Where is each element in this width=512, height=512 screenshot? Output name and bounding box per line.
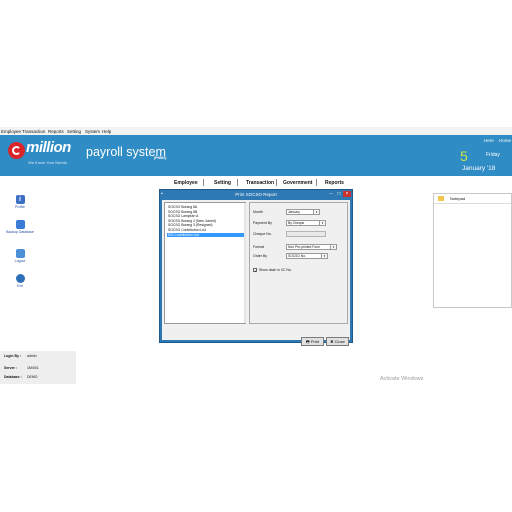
nav-backup-database[interactable]: Backup Database (0, 220, 40, 234)
menu-transaction[interactable]: Transaction (22, 129, 45, 134)
nav-logout[interactable]: Logout (0, 249, 40, 263)
print-button[interactable]: 🖶 Print (301, 337, 324, 346)
order-by-value: SOCSO No. (288, 254, 306, 258)
menu-employee[interactable]: Employee (1, 129, 21, 134)
nav-exit[interactable]: Exit (0, 274, 40, 288)
notepad-icon (438, 196, 444, 201)
tab-transaction[interactable]: Transaction (246, 180, 274, 186)
dialog-title: Print SOCSO Report (235, 192, 277, 197)
nav-label: Profile (15, 205, 25, 209)
close-icon: ✖ (330, 339, 334, 344)
print-icon: 🖶 (305, 339, 310, 344)
show-dash-checkbox[interactable]: ✓ (253, 268, 257, 273)
info-icon: i (15, 195, 25, 204)
module-tabs: Employee Setting Transaction Government … (145, 178, 365, 187)
notepad-panel[interactable]: Notepad (433, 193, 512, 308)
payment-by-select[interactable]: By Cheque ▾ (286, 220, 326, 226)
nav-profile[interactable]: i Profile (0, 195, 40, 209)
date-day: 5 (460, 148, 468, 164)
format-select[interactable]: Non Pre-printed Form ▾ (286, 244, 337, 250)
tab-setting[interactable]: Setting (214, 180, 231, 186)
cheque-no-input[interactable] (286, 231, 326, 237)
cheque-no-label: Cheque No. (253, 232, 272, 236)
million-logo-icon (8, 142, 25, 159)
report-list[interactable]: SOCSO Borang 8A SOCSO Borang 8B SOCSO La… (164, 202, 246, 324)
header-link-here[interactable]: Here (484, 138, 494, 143)
month-value: January (288, 210, 300, 214)
activation-watermark: Activate Windows (380, 376, 424, 382)
nav-label: Exit (17, 284, 23, 288)
show-dash-label: Show dash in I/C No. (259, 268, 292, 272)
chevron-down-icon: ▾ (330, 245, 336, 249)
session-info-panel: Login By : admin Server : 1M\001 Databas… (0, 351, 76, 384)
close-button[interactable]: ✖ Close (326, 337, 349, 346)
maximize-icon[interactable]: □ (335, 191, 343, 197)
list-scrollbar[interactable] (244, 203, 246, 323)
tab-divider (316, 179, 317, 186)
nav-label: Logout (14, 259, 26, 263)
chevron-down-icon: ▾ (321, 254, 327, 258)
server-label: Server : (4, 366, 18, 370)
database-label: Database : (4, 375, 22, 379)
minimize-icon[interactable]: – (327, 191, 335, 197)
print-socso-dialog: ▪ Print SOCSO Report – □ × SOCSO Borang … (159, 189, 353, 346)
tab-government[interactable]: Government (283, 180, 312, 186)
server-value: 1M\001 (27, 366, 39, 370)
print-label: Print (310, 339, 320, 344)
list-item-selected[interactable]: EIS Contribution List (167, 232, 244, 238)
app-header (0, 135, 512, 176)
brand-logo: million (26, 139, 71, 156)
month-label: Month (253, 210, 263, 214)
login-label: Login By : (4, 354, 22, 358)
logout-icon (15, 249, 25, 258)
tab-divider (203, 179, 204, 186)
menu-system[interactable]: System (85, 129, 100, 134)
tab-employee[interactable]: Employee (174, 180, 198, 186)
login-value: admin (27, 354, 37, 358)
tab-divider (276, 179, 277, 186)
close-icon[interactable]: × (343, 191, 351, 197)
close-label: Close (334, 339, 345, 344)
tab-divider (237, 179, 238, 186)
brand-tagline: We Know Your Needs (28, 160, 67, 165)
menu-setting[interactable]: Setting (67, 129, 81, 134)
menu-help[interactable]: Help (102, 129, 111, 134)
chevron-down-icon: ▾ (319, 221, 325, 225)
nav-label: Backup Database (6, 230, 34, 234)
chevron-down-icon: ▾ (313, 210, 319, 214)
app-edition: (PNMX) (154, 156, 167, 160)
menu-reports[interactable]: Reports (48, 129, 64, 134)
notepad-title: Notepad (434, 194, 511, 204)
menu-bar: Employee Transaction Reports Setting Sys… (0, 127, 512, 135)
payment-by-value: By Cheque (288, 221, 305, 225)
format-value: Non Pre-printed Form (288, 245, 320, 249)
dialog-titlebar[interactable]: ▪ Print SOCSO Report – □ × (160, 190, 352, 199)
dialog-body: SOCSO Borang 8A SOCSO Borang 8B SOCSO La… (162, 200, 350, 346)
header-link-home[interactable]: Home (499, 138, 511, 143)
date-month-year: January '18 (462, 165, 496, 172)
date-weekday: Friday (486, 152, 500, 158)
database-icon (15, 220, 25, 229)
report-options-form: Month January ▾ Payment By By Cheque ▾ C… (249, 202, 348, 324)
order-by-select[interactable]: SOCSO No. ▾ (286, 253, 328, 259)
payment-by-label: Payment By (253, 221, 272, 225)
database-value: DEMO (27, 375, 38, 379)
order-by-label: Order By (253, 254, 268, 258)
format-label: Format (253, 245, 265, 249)
exit-icon (15, 274, 25, 283)
month-select[interactable]: January ▾ (286, 209, 320, 215)
tab-reports[interactable]: Reports (325, 180, 344, 186)
